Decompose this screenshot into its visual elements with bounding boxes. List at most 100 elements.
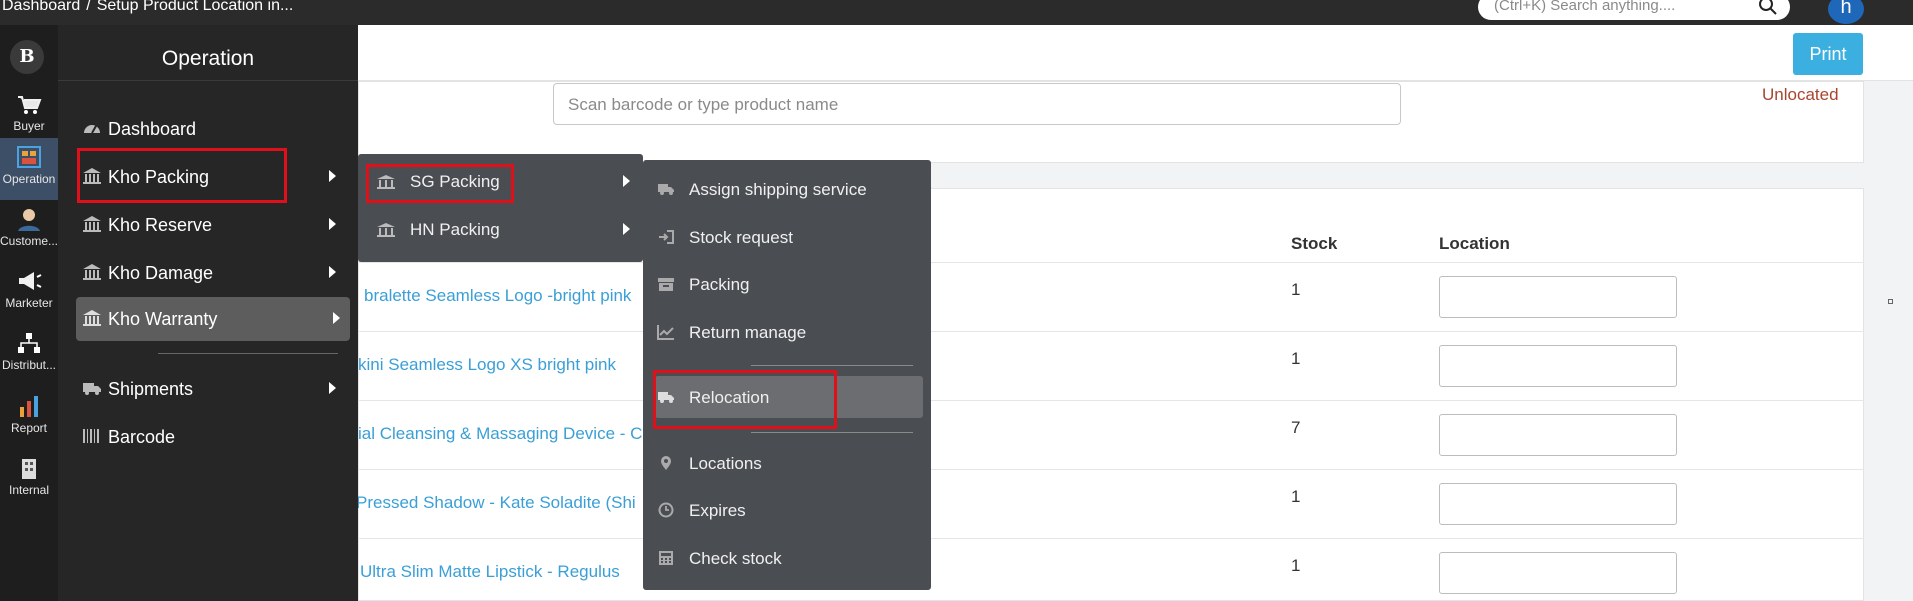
line-chart-icon	[657, 325, 674, 340]
map-marker-icon	[661, 456, 671, 470]
scan-placeholder: Scan barcode or type product name	[568, 95, 839, 114]
divider	[58, 80, 358, 81]
print-button[interactable]: Print	[1793, 33, 1863, 75]
content-header	[358, 25, 1913, 81]
menu-item-label: Locations	[689, 454, 762, 473]
network-icon	[18, 333, 40, 353]
location-input[interactable]	[1439, 414, 1677, 456]
sign-in-icon	[659, 230, 674, 244]
global-search-input[interactable]: (Ctrl+K) Search anything....	[1478, 0, 1790, 20]
product-link[interactable]: ial Cleansing & Massaging Device - C	[358, 424, 642, 444]
divider	[158, 353, 338, 354]
menu-item-label: Assign shipping service	[689, 180, 867, 199]
dashboard-icon	[84, 125, 100, 134]
bank-icon	[83, 310, 101, 326]
menu-item-assign-shipping[interactable]: Assign shipping service	[655, 168, 919, 210]
product-link[interactable]: Pressed Shadow - Kate Soladite (Shi	[356, 493, 636, 513]
menu-item-check-stock[interactable]: Check stock	[655, 537, 919, 579]
menu-item-label: Dashboard	[108, 119, 197, 139]
location-input[interactable]	[1439, 276, 1677, 318]
customer-icon	[18, 209, 40, 231]
barcode-icon	[83, 429, 99, 443]
menu-item-shipments[interactable]: Shipments	[76, 367, 346, 411]
menu-item-expires[interactable]: Expires	[655, 489, 919, 531]
menu-item-label: Kho Reserve	[108, 215, 213, 235]
avatar[interactable]: h	[1828, 0, 1864, 24]
column-header-stock: Stock	[1291, 234, 1338, 253]
chevron-right-icon	[623, 175, 630, 187]
column-header-location: Location	[1439, 234, 1510, 253]
chevron-right-icon	[329, 382, 336, 394]
location-input[interactable]	[1439, 483, 1677, 525]
search-icon[interactable]	[1758, 0, 1778, 16]
rail-item-marketer[interactable]: Marketer	[0, 262, 58, 324]
menu-item-label: Check stock	[689, 549, 782, 568]
rail-item-report[interactable]: Report	[0, 387, 58, 449]
rail-item-internal[interactable]: Internal	[0, 449, 58, 511]
chart-icon	[20, 396, 38, 417]
menu-item-label: Packing	[689, 275, 750, 294]
divider	[751, 365, 913, 366]
warehouse-icon	[17, 146, 41, 168]
menu-item-hn-packing[interactable]: HN Packing	[366, 210, 636, 250]
resize-handle[interactable]	[1888, 299, 1893, 304]
stock-value: 1	[1291, 349, 1301, 368]
breadcrumb-home[interactable]: Dashboard	[2, 0, 80, 14]
chevron-right-icon	[329, 266, 336, 278]
bank-icon	[83, 216, 101, 232]
breadcrumb: Dashboard / Setup Product Location in...	[2, 0, 299, 15]
highlight-box	[653, 370, 837, 429]
scan-input[interactable]: Scan barcode or type product name	[553, 83, 1401, 125]
menu-item-label: Stock request	[689, 228, 793, 247]
location-input[interactable]	[1439, 345, 1677, 387]
menu-item-barcode[interactable]: Barcode	[76, 415, 346, 459]
menu-item-label: HN Packing	[410, 220, 500, 239]
building-icon	[22, 459, 36, 479]
stock-value: 1	[1291, 280, 1301, 299]
menu-item-return-manage[interactable]: Return manage	[655, 311, 919, 353]
app-rail: B Buyer Operation Custome... Marketer Di…	[0, 25, 58, 601]
menu-item-dashboard[interactable]: Dashboard	[76, 107, 346, 151]
rail-label: Buyer	[13, 119, 45, 133]
rail-item-distributor[interactable]: Distribut...	[0, 324, 58, 386]
chevron-right-icon	[623, 223, 630, 235]
status-badge: Unlocated	[1762, 85, 1839, 104]
rail-label: Report	[10, 421, 48, 435]
menu-item-label: Expires	[689, 501, 746, 520]
menu-title: Operation	[161, 47, 255, 70]
row-divider	[358, 538, 1864, 539]
product-link[interactable]: kini Seamless Logo XS bright pink	[358, 355, 616, 375]
menu-item-label: Shipments	[108, 379, 194, 399]
highlight-box	[366, 164, 514, 203]
megaphone-icon	[19, 272, 42, 290]
menu-item-kho-damage[interactable]: Kho Damage	[76, 251, 346, 295]
menu-item-kho-reserve[interactable]: Kho Reserve	[76, 203, 346, 247]
menu-item-packing[interactable]: Packing	[655, 263, 919, 305]
chevron-right-icon	[329, 170, 336, 182]
breadcrumb-separator: /	[86, 0, 91, 14]
brand-logo[interactable]: B	[10, 40, 44, 74]
menu-item-stock-request[interactable]: Stock request	[655, 216, 919, 258]
location-input[interactable]	[1439, 552, 1677, 594]
bank-icon	[377, 223, 395, 237]
menu-item-locations[interactable]: Locations	[655, 442, 919, 484]
rail-label: Operation	[2, 172, 56, 186]
top-bar: Dashboard / Setup Product Location in... (…	[0, 0, 1913, 25]
chevron-right-icon	[329, 218, 336, 230]
stock-value: 7	[1291, 418, 1301, 437]
menu-item-kho-warranty[interactable]: Kho Warranty	[76, 297, 350, 341]
rail-label: Marketer	[5, 296, 53, 310]
archive-icon	[658, 278, 674, 291]
product-link[interactable]: bralette Seamless Logo -bright pink	[364, 286, 631, 306]
row-divider	[358, 262, 1864, 263]
row-divider	[358, 469, 1864, 470]
search-placeholder: (Ctrl+K) Search anything....	[1494, 0, 1676, 14]
rail-item-operation[interactable]: Operation	[0, 138, 58, 200]
clock-icon	[658, 502, 674, 518]
rail-label: Custome...	[0, 234, 58, 248]
rail-item-customer[interactable]: Custome...	[0, 200, 58, 262]
divider	[751, 432, 913, 433]
product-link[interactable]: Ultra Slim Matte Lipstick - Regulus	[360, 562, 620, 582]
truck-icon	[83, 383, 101, 395]
rail-label: Internal	[8, 483, 50, 497]
